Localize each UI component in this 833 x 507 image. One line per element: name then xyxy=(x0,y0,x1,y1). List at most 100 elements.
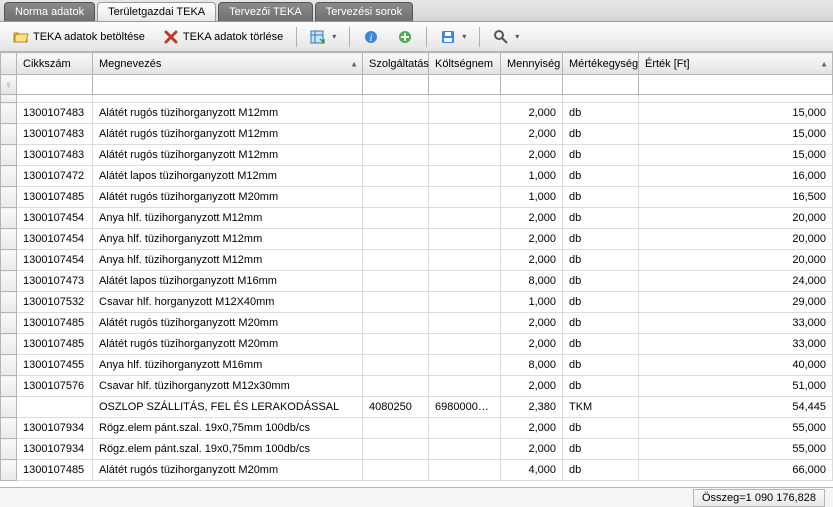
table-row[interactable]: 1300107483Alátét rugós tüzihorganyzott M… xyxy=(1,124,833,145)
tab-norma-adatok[interactable]: Norma adatok xyxy=(4,2,95,21)
table-row[interactable]: 1300107454Anya hlf. tüzihorganyzott M12m… xyxy=(1,250,833,271)
cell-koltsegnem[interactable]: 69800000 ... xyxy=(429,397,501,418)
cell-mennyiseg[interactable]: 2,000 xyxy=(501,145,563,166)
cell-ertek[interactable]: 40,000 xyxy=(639,355,833,376)
row-indicator[interactable] xyxy=(1,271,17,292)
cell-szolgaltatas[interactable] xyxy=(363,208,429,229)
cell-mertekegyseg[interactable]: db xyxy=(563,124,639,145)
cell-mertekegyseg[interactable]: db xyxy=(563,334,639,355)
row-indicator[interactable] xyxy=(1,166,17,187)
table-row[interactable]: OSZLOP SZÁLLITÁS, FEL ÉS LERAKODÁSSAL408… xyxy=(1,397,833,418)
col-koltsegnem[interactable]: Költségnem xyxy=(429,53,501,75)
cell-mertekegyseg[interactable]: db xyxy=(563,250,639,271)
cell-cikkszam[interactable]: 1300107485 xyxy=(17,334,93,355)
refresh-button[interactable]: i xyxy=(356,25,386,49)
cell-mennyiseg[interactable]: 2,380 xyxy=(501,397,563,418)
cell-mertekegyseg[interactable]: db xyxy=(563,355,639,376)
cell-mertekegyseg[interactable]: db xyxy=(563,103,639,124)
table-row[interactable]: 1300107532Csavar hlf. horganyzott M12X40… xyxy=(1,292,833,313)
cell-cikkszam[interactable]: 1300107473 xyxy=(17,271,93,292)
cell-szolgaltatas[interactable] xyxy=(363,313,429,334)
cell-szolgaltatas[interactable] xyxy=(363,271,429,292)
filter-mennyiseg[interactable] xyxy=(501,77,562,93)
row-indicator[interactable] xyxy=(1,103,17,124)
tab-teruletgazdai-teka[interactable]: Területgazdai TEKA xyxy=(97,2,216,21)
cell-mennyiseg[interactable]: 2,000 xyxy=(501,250,563,271)
cell-megnevezes[interactable]: Alátét rugós tüzihorganyzott M12mm xyxy=(93,145,363,166)
load-teka-button[interactable]: TEKA adatok betöltése xyxy=(6,25,152,49)
cell-koltsegnem[interactable] xyxy=(429,103,501,124)
cell-mennyiseg[interactable]: 2,000 xyxy=(501,313,563,334)
cell-koltsegnem[interactable] xyxy=(429,376,501,397)
cell-mertekegyseg[interactable]: TKM xyxy=(563,397,639,418)
cell-mertekegyseg[interactable]: db xyxy=(563,376,639,397)
filter-szolgaltatas[interactable] xyxy=(363,77,428,93)
cell-cikkszam[interactable]: 1300107485 xyxy=(17,187,93,208)
row-indicator[interactable] xyxy=(1,292,17,313)
cell-szolgaltatas[interactable] xyxy=(363,250,429,271)
cell-megnevezes[interactable]: Alátét rugós tüzihorganyzott M20mm xyxy=(93,334,363,355)
row-indicator[interactable] xyxy=(1,418,17,439)
cell-mennyiseg[interactable]: 1,000 xyxy=(501,292,563,313)
cell-szolgaltatas[interactable] xyxy=(363,145,429,166)
cell-ertek[interactable]: 66,000 xyxy=(639,460,833,481)
cell-mennyiseg[interactable]: 2,000 xyxy=(501,334,563,355)
table-row[interactable]: 1300107485Alátét rugós tüzihorganyzott M… xyxy=(1,334,833,355)
cell-ertek[interactable]: 54,445 xyxy=(639,397,833,418)
filter-indicator[interactable]: ♀ xyxy=(1,75,17,95)
cell-ertek[interactable]: 29,000 xyxy=(639,292,833,313)
cell-megnevezes[interactable]: Rögz.elem pánt.szal. 19x0,75mm 100db/cs xyxy=(93,439,363,460)
row-indicator[interactable] xyxy=(1,460,17,481)
cell-szolgaltatas[interactable] xyxy=(363,376,429,397)
filter-koltsegnem[interactable] xyxy=(429,77,500,93)
cell-megnevezes[interactable]: Anya hlf. tüzihorganyzott M16mm xyxy=(93,355,363,376)
cell-szolgaltatas[interactable] xyxy=(363,460,429,481)
cell-szolgaltatas[interactable] xyxy=(363,187,429,208)
cell-ertek[interactable]: 55,000 xyxy=(639,439,833,460)
cell-mennyiseg[interactable]: 2,000 xyxy=(501,418,563,439)
col-cikkszam[interactable]: Cikkszám xyxy=(17,53,93,75)
row-indicator[interactable] xyxy=(1,397,17,418)
cell-mennyiseg[interactable]: 1,000 xyxy=(501,166,563,187)
cell-ertek[interactable]: 16,500 xyxy=(639,187,833,208)
cell-cikkszam[interactable]: 1300107934 xyxy=(17,439,93,460)
col-ertek[interactable]: Érték [Ft]▲ xyxy=(639,53,833,75)
cell-mennyiseg[interactable]: 8,000 xyxy=(501,271,563,292)
cell-szolgaltatas[interactable] xyxy=(363,103,429,124)
cell-mertekegyseg[interactable]: db xyxy=(563,145,639,166)
filter-cikkszam[interactable] xyxy=(17,77,92,93)
row-indicator[interactable] xyxy=(1,208,17,229)
cell-megnevezes[interactable]: Alátét rugós tüzihorganyzott M12mm xyxy=(93,124,363,145)
cell-koltsegnem[interactable] xyxy=(429,250,501,271)
cell-cikkszam[interactable]: 1300107454 xyxy=(17,208,93,229)
row-indicator[interactable] xyxy=(1,313,17,334)
cell-szolgaltatas[interactable] xyxy=(363,292,429,313)
table-row[interactable]: 1300107454Anya hlf. tüzihorganyzott M12m… xyxy=(1,229,833,250)
cell-megnevezes[interactable]: Alátét lapos tüzihorganyzott M12mm xyxy=(93,166,363,187)
cell-mennyiseg[interactable]: 2,000 xyxy=(501,376,563,397)
cell-mertekegyseg[interactable]: db xyxy=(563,292,639,313)
cell-ertek[interactable]: 55,000 xyxy=(639,418,833,439)
table-row[interactable]: 1300107454Anya hlf. tüzihorganyzott M12m… xyxy=(1,208,833,229)
table-row[interactable]: 1300107576Csavar hlf. tüzihorganyzott M1… xyxy=(1,376,833,397)
cell-koltsegnem[interactable] xyxy=(429,355,501,376)
cell-ertek[interactable]: 20,000 xyxy=(639,208,833,229)
cell-szolgaltatas[interactable] xyxy=(363,418,429,439)
cell-koltsegnem[interactable] xyxy=(429,460,501,481)
cell-cikkszam[interactable]: 1300107532 xyxy=(17,292,93,313)
cell-cikkszam[interactable]: 1300107454 xyxy=(17,229,93,250)
cell-mertekegyseg[interactable]: db xyxy=(563,439,639,460)
cell-megnevezes[interactable]: Alátét rugós tüzihorganyzott M20mm xyxy=(93,460,363,481)
save-button[interactable]: ▾ xyxy=(433,25,473,49)
row-indicator[interactable] xyxy=(1,355,17,376)
cell-mennyiseg[interactable]: 8,000 xyxy=(501,355,563,376)
cell-megnevezes[interactable]: Alátét rugós tüzihorganyzott M20mm xyxy=(93,187,363,208)
cell-megnevezes[interactable]: Alátét rugós tüzihorganyzott M20mm xyxy=(93,313,363,334)
row-indicator[interactable] xyxy=(1,229,17,250)
cell-koltsegnem[interactable] xyxy=(429,229,501,250)
filter-mertekegyseg[interactable] xyxy=(563,77,638,93)
cell-cikkszam[interactable]: 1300107485 xyxy=(17,460,93,481)
filter-ertek[interactable] xyxy=(639,77,832,93)
search-button[interactable]: ▾ xyxy=(486,25,526,49)
cell-megnevezes[interactable]: OSZLOP SZÁLLITÁS, FEL ÉS LERAKODÁSSAL xyxy=(93,397,363,418)
